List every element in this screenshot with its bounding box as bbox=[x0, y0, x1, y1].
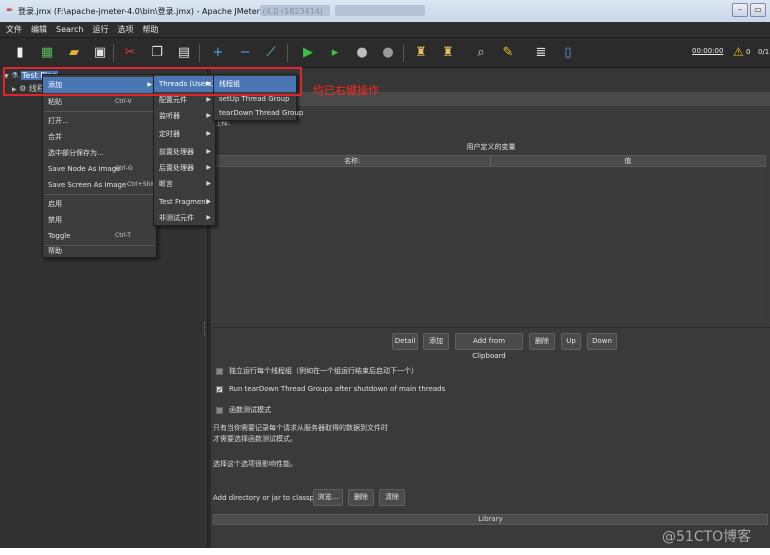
menu-item-merge[interactable]: 合并 bbox=[43, 129, 156, 145]
serialize-checkbox[interactable] bbox=[216, 367, 223, 375]
submenu-item-non-test[interactable]: 非测试元件 ▶ bbox=[154, 210, 215, 226]
function-helper-icon[interactable]: ≣ bbox=[534, 45, 548, 61]
maximize-button[interactable]: ▭ bbox=[750, 3, 766, 17]
add-from-clipboard-button[interactable]: Add from Clipboard bbox=[455, 333, 523, 360]
stop-icon[interactable]: ● bbox=[355, 45, 369, 61]
functional-note-1: 只有当你需要记录每个请求从服务器取得的数据到文件时 bbox=[213, 424, 388, 432]
menu-item-disable[interactable]: 禁用 bbox=[43, 212, 156, 228]
menu-edit[interactable]: 编辑 bbox=[31, 24, 47, 35]
functional-mode-row[interactable]: 函数测试模式 bbox=[216, 405, 271, 415]
user-variables-title: 用户定义的变量 bbox=[466, 143, 516, 151]
blurred-tab bbox=[260, 5, 330, 16]
toolbar-separator bbox=[113, 44, 114, 62]
highlight-box bbox=[3, 67, 302, 96]
menu-run[interactable]: 运行 bbox=[92, 24, 108, 35]
open-icon[interactable]: ▰ bbox=[67, 45, 81, 61]
cut-icon[interactable]: ✂ bbox=[123, 45, 137, 61]
menu-help[interactable]: 帮助 bbox=[142, 24, 158, 35]
blurred-tab bbox=[335, 5, 425, 16]
menu-item-help[interactable]: 帮助 bbox=[43, 243, 156, 259]
menu-item-enable[interactable]: 启用 bbox=[43, 196, 156, 212]
menu-item-save-selection[interactable]: 选中部分保存为... bbox=[43, 145, 156, 161]
up-button[interactable]: Up bbox=[561, 333, 581, 350]
variables-table-header: 名称: 值 bbox=[214, 155, 766, 167]
templates-icon[interactable]: ▦ bbox=[40, 45, 54, 61]
submenu-item-postprocessor[interactable]: 后置处理器 ▶ bbox=[154, 160, 215, 176]
teardown-row[interactable]: ✓ Run tearDown Thread Groups after shutd… bbox=[216, 385, 445, 393]
functional-mode-label: 函数测试模式 bbox=[229, 406, 271, 414]
annotation-text: 均已右键操作 bbox=[313, 84, 379, 97]
clear-icon[interactable]: ♜ bbox=[414, 45, 428, 61]
classpath-label: Add directory or jar to classpath bbox=[213, 494, 326, 502]
menu-separator bbox=[45, 194, 154, 195]
toolbar: ▮ ▦ ▰ ▣ ✂ ❐ ▤ + − ⟋ ▶ ▸ ● ● ♜ ♜ ⌕ ✎ ≣ ▯ … bbox=[0, 38, 770, 68]
menu-search[interactable]: Search bbox=[56, 25, 83, 34]
toggle-icon[interactable]: ⟋ bbox=[264, 45, 278, 61]
serialize-thread-groups-row[interactable]: 独立运行每个线程组（例如在一个组运行结束后启动下一个） bbox=[216, 366, 418, 376]
collapse-icon[interactable]: − bbox=[238, 45, 252, 61]
paste-icon[interactable]: ▤ bbox=[177, 45, 191, 61]
toolbar-separator bbox=[199, 44, 200, 62]
menu-bar: 文件 编辑 Search 运行 选项 帮助 bbox=[0, 22, 770, 38]
menu-item-paste[interactable]: 粘贴 Ctrl-V bbox=[43, 94, 156, 110]
toolbar-separator bbox=[287, 44, 288, 62]
teardown-checkbox[interactable]: ✓ bbox=[216, 385, 223, 393]
add-button[interactable]: 添加 bbox=[423, 333, 449, 350]
menu-file[interactable]: 文件 bbox=[6, 24, 22, 35]
clear-all-icon[interactable]: ♜ bbox=[441, 45, 455, 61]
start-no-pauses-icon[interactable]: ▸ bbox=[328, 45, 342, 61]
minimize-button[interactable]: – bbox=[732, 3, 748, 17]
expand-icon[interactable]: + bbox=[211, 45, 225, 61]
menu-item-save-node-image[interactable]: Save Node As Image Ctrl-G bbox=[43, 161, 156, 177]
start-icon[interactable]: ▶ bbox=[301, 45, 315, 61]
reset-search-icon[interactable]: ✎ bbox=[501, 45, 515, 61]
save-icon[interactable]: ▣ bbox=[93, 45, 107, 61]
menu-options[interactable]: 选项 bbox=[117, 24, 133, 35]
menu-separator bbox=[45, 111, 154, 112]
menu-item-open[interactable]: 打开... bbox=[43, 113, 156, 129]
submenu-item-preprocessor[interactable]: 前置处理器 ▶ bbox=[154, 144, 215, 160]
divider-grip[interactable] bbox=[204, 322, 206, 336]
classpath-clear-button[interactable]: 清除 bbox=[379, 489, 405, 506]
submenu-item-test-fragment[interactable]: Test Fragment ▶ bbox=[154, 194, 215, 210]
toolbar-separator bbox=[403, 44, 404, 62]
detail-button[interactable]: Detail bbox=[392, 333, 418, 350]
serialize-label: 独立运行每个线程组（例如在一个组运行结束后启动下一个） bbox=[229, 367, 418, 375]
teardown-thread-group-item[interactable]: tearDown Thread Group bbox=[214, 105, 303, 121]
window-controls: – ▭ bbox=[732, 3, 766, 17]
menu-item-toggle[interactable]: Toggle Ctrl-T bbox=[43, 228, 156, 244]
submenu-item-timer[interactable]: 定时器 ▶ bbox=[154, 126, 215, 142]
functional-note-2: 才需要选择函数测试模式。 bbox=[213, 435, 297, 443]
title-bar: ✒ 登录.jmx (F:\apache-jmeter-4.0\bin\登录.jm… bbox=[0, 0, 770, 22]
warning-count: 0 bbox=[746, 48, 751, 56]
context-menu: 添加 ▶ 粘贴 Ctrl-V 打开... 合并 选中部分保存为... Save No… bbox=[42, 74, 163, 259]
down-button[interactable]: Down bbox=[587, 333, 617, 350]
active-threads: 0/1 bbox=[758, 48, 770, 56]
variables-table-body[interactable] bbox=[214, 167, 766, 324]
submenu-item-listener[interactable]: 监听器 ▶ bbox=[154, 108, 215, 124]
help-icon[interactable]: ▯ bbox=[561, 45, 575, 61]
column-value[interactable]: 值 bbox=[491, 156, 766, 166]
elapsed-timer: 00:00:00 bbox=[692, 47, 724, 55]
copy-icon[interactable]: ❐ bbox=[150, 45, 164, 61]
browse-button[interactable]: 浏览... bbox=[313, 489, 343, 506]
classpath-delete-button[interactable]: 删除 bbox=[348, 489, 374, 506]
shutdown-icon[interactable]: ● bbox=[381, 45, 395, 61]
new-icon[interactable]: ▮ bbox=[13, 45, 27, 61]
section-divider bbox=[212, 327, 770, 328]
warning-icon[interactable]: ⚠ bbox=[733, 45, 744, 59]
performance-note: 选择这个选项很影响性能。 bbox=[213, 460, 297, 468]
watermark: @51CTO博客 bbox=[662, 529, 752, 545]
submenu-item-assertion[interactable]: 断言 ▶ bbox=[154, 176, 215, 192]
menu-item-save-screen-image[interactable]: Save Screen As Image Ctrl+Shift-G bbox=[43, 177, 163, 193]
library-table-header[interactable]: Library bbox=[213, 514, 768, 525]
teardown-label: Run tearDown Thread Groups after shutdow… bbox=[229, 385, 446, 393]
add-submenu: Threads (Users) ▶ 配置元件 ▶ 监听器 ▶ 定时器 ▶ 前置处理器 ▶ … bbox=[153, 74, 216, 226]
binoculars-icon[interactable]: ⌕ bbox=[474, 45, 488, 61]
functional-mode-checkbox[interactable] bbox=[216, 406, 223, 414]
jmeter-feather-icon: ✒ bbox=[6, 6, 14, 16]
delete-button[interactable]: 删除 bbox=[529, 333, 555, 350]
column-name[interactable]: 名称: bbox=[215, 156, 491, 166]
